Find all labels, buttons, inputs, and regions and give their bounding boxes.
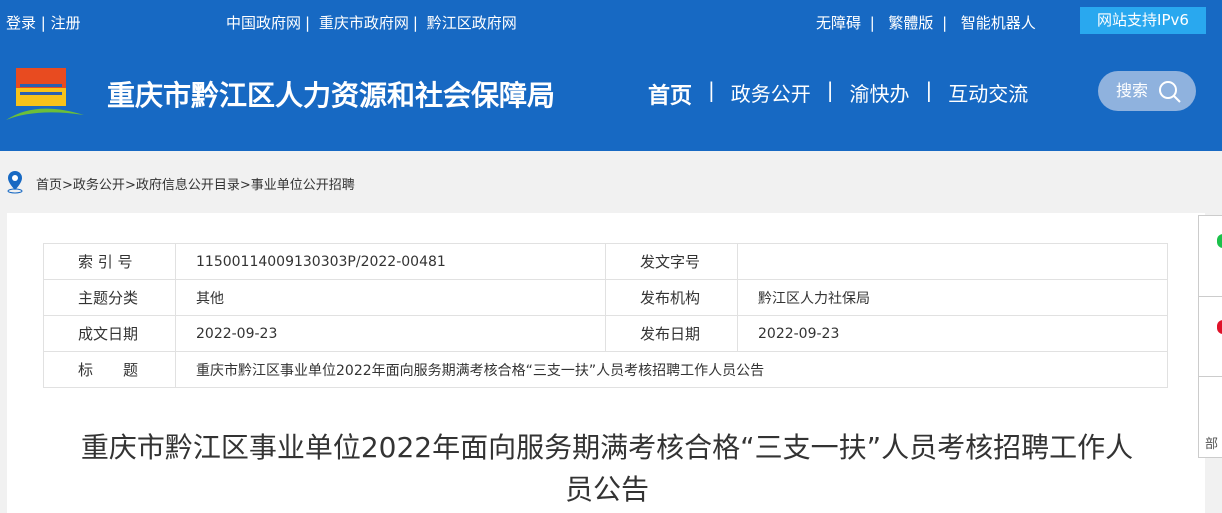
- article-title: 重庆市黔江区事业单位2022年面向服务期满考核合格“三支一扶”人员考核招聘工作人…: [80, 431, 1134, 506]
- label: 索 引 号: [43, 243, 176, 280]
- crumb-recruitment[interactable]: 事业单位公开招聘: [251, 178, 355, 193]
- content-card: 索 引 号 11500114009130303P/2022-00481 发文字号 主…: [7, 213, 1205, 513]
- value: 重庆市黔江区事业单位2022年面向服务期满考核合格“三支一扶”人员考核招聘工作人…: [175, 351, 1168, 388]
- auth-links: 登录 | 注册: [6, 14, 81, 32]
- label: 发布机构: [605, 279, 738, 316]
- accessibility-link[interactable]: 无障碍: [816, 14, 861, 32]
- link-gov-cn[interactable]: 中国政府网: [226, 14, 301, 32]
- link-cq-gov[interactable]: 重庆市政府网: [319, 14, 409, 32]
- table-row: 主题分类 其他 发布机构 黔江区人力社保局: [43, 279, 1168, 316]
- value: 其他: [175, 279, 606, 316]
- table-row: 标 题重庆市黔江区事业单位2022年面向服务期满考核合格“三支一扶”人员考核招聘…: [43, 351, 1168, 388]
- location-icon: [7, 171, 23, 194]
- breadcrumb: 首页>政务公开>政府信息公开目录>事业单位公开招聘: [36, 178, 355, 193]
- search-label: 搜索: [1116, 81, 1149, 100]
- traditional-link[interactable]: 繁體版: [888, 14, 933, 32]
- robot-link[interactable]: 智能机器人: [961, 14, 1036, 32]
- nav-yukuaiban[interactable]: 渝快办: [850, 78, 910, 110]
- search-button[interactable]: 搜索: [1098, 71, 1196, 111]
- header: 登录 | 注册 中国政府网 | 重庆市政府网 | 黔江区政府网 无障碍 | 繁體版 …: [0, 0, 1222, 151]
- value: 黔江区人力社保局: [737, 279, 1168, 316]
- value: 2022-09-23: [737, 315, 1168, 352]
- label: 成文日期: [43, 315, 176, 352]
- crumb-gov-affairs[interactable]: 政务公开: [73, 178, 125, 193]
- search-icon: [1159, 81, 1181, 103]
- register-link[interactable]: 注册: [51, 14, 81, 32]
- value: 2022-09-23: [175, 315, 606, 352]
- link-qianjiang-gov[interactable]: 黔江区政府网: [427, 14, 517, 32]
- gov-links: 中国政府网 | 重庆市政府网 | 黔江区政府网: [226, 14, 517, 32]
- label: 发文字号: [605, 243, 738, 280]
- label: 主题分类: [43, 279, 176, 316]
- nav-home[interactable]: 首页: [648, 78, 692, 110]
- value: [737, 243, 1168, 280]
- nav-gov-affairs[interactable]: 政务公开: [731, 78, 811, 110]
- label: 发布日期: [605, 315, 738, 352]
- login-link[interactable]: 登录: [6, 14, 36, 32]
- utility-links: 无障碍 | 繁體版 | 智能机器人: [816, 14, 1036, 32]
- ipv6-badge: 网站支持IPv6: [1080, 7, 1206, 34]
- side-float-panel: 部: [1198, 215, 1222, 458]
- wechat-icon[interactable]: [1217, 234, 1222, 248]
- table-row: 成文日期 2022-09-23 发布日期 2022-09-23: [43, 315, 1168, 352]
- site-title: 重庆市黔江区人力资源和社会保障局: [107, 79, 556, 112]
- table-row: 索 引 号 11500114009130303P/2022-00481 发文字号: [43, 243, 1168, 280]
- logo-icon: [6, 68, 84, 120]
- info-table: 索 引 号 11500114009130303P/2022-00481 发文字号 主…: [43, 243, 1168, 388]
- label: 标 题: [43, 351, 176, 388]
- weibo-icon[interactable]: [1217, 320, 1222, 334]
- nav-interaction[interactable]: 互动交流: [948, 78, 1028, 110]
- crumb-catalog[interactable]: 政府信息公开目录: [136, 178, 240, 193]
- crumb-home[interactable]: 首页: [36, 178, 62, 193]
- value: 11500114009130303P/2022-00481: [175, 243, 606, 280]
- main-nav: 首页 | 政务公开 | 渝快办 | 互动交流: [648, 78, 1029, 110]
- side-label[interactable]: 部: [1205, 433, 1218, 452]
